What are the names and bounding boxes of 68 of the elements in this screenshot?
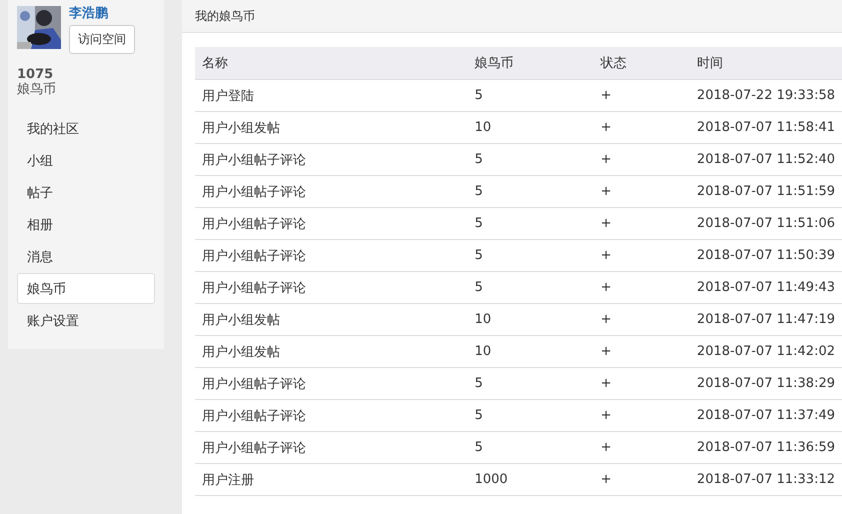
table-cell: 5 (468, 272, 594, 304)
table-cell: 用户小组帖子评论 (195, 272, 468, 304)
visit-space-button[interactable]: 访问空间 (69, 25, 135, 54)
table-cell: 用户小组发帖 (195, 336, 468, 368)
table-cell: + (594, 400, 690, 432)
table-cell: + (594, 464, 690, 496)
table-cell: 5 (468, 176, 594, 208)
table-cell: 用户小组发帖 (195, 112, 468, 144)
table-cell: 用户小组帖子评论 (195, 368, 468, 400)
table-cell: 5 (468, 400, 594, 432)
column-header: 时间 (690, 47, 842, 80)
coin-count: 1075 (17, 68, 54, 82)
table-cell: 5 (468, 368, 594, 400)
table-cell: + (594, 144, 690, 176)
coin-label: 娘鸟币 (17, 82, 57, 97)
table-cell: 1000 (468, 464, 594, 496)
table-cell: + (594, 112, 690, 144)
table-cell: 5 (468, 144, 594, 176)
table-cell: 10 (468, 304, 594, 336)
sidebar-item[interactable]: 娘鸟币 (17, 273, 155, 304)
sidebar-item[interactable]: 我的社区 (17, 113, 155, 144)
table-cell: 10 (468, 336, 594, 368)
table-cell: 用户小组帖子评论 (195, 208, 468, 240)
table-cell: + (594, 208, 690, 240)
table-cell: 2018-07-07 11:38:29 (690, 368, 842, 400)
table-cell: 2018-07-07 11:58:41 (690, 112, 842, 144)
table-cell: 5 (468, 432, 594, 464)
table-cell: + (594, 304, 690, 336)
sidebar-item[interactable]: 账户设置 (17, 305, 155, 336)
table-cell: 2018-07-07 11:33:12 (690, 464, 842, 496)
table-cell: 2018-07-07 11:49:43 (690, 272, 842, 304)
table-cell: 5 (468, 240, 594, 272)
table-cell: 10 (468, 112, 594, 144)
table-cell: 5 (468, 80, 594, 112)
table-cell: 用户小组帖子评论 (195, 432, 468, 464)
table-cell: 用户小组帖子评论 (195, 176, 468, 208)
table-cell: 2018-07-07 11:37:49 (690, 400, 842, 432)
column-header: 名称 (195, 47, 468, 80)
table-cell: + (594, 240, 690, 272)
table-cell: + (594, 336, 690, 368)
table-cell: 2018-07-22 19:33:58 (690, 80, 842, 112)
table-cell: 2018-07-07 11:51:06 (690, 208, 842, 240)
table-cell: 5 (468, 208, 594, 240)
table-cell: 2018-07-07 11:50:39 (690, 240, 842, 272)
table-cell: 2018-07-07 11:51:59 (690, 176, 842, 208)
table-cell: + (594, 368, 690, 400)
table-cell: + (594, 272, 690, 304)
table-cell: 2018-07-07 11:47:19 (690, 304, 842, 336)
table-cell: + (594, 80, 690, 112)
table-cell: + (594, 176, 690, 208)
table-cell: 用户小组帖子评论 (195, 144, 468, 176)
table-cell: 用户注册 (195, 464, 468, 496)
table-cell: 用户小组帖子评论 (195, 240, 468, 272)
table-cell: 2018-07-07 11:42:02 (690, 336, 842, 368)
sidebar-item[interactable]: 消息 (17, 241, 155, 272)
panel-title: 我的娘鸟币 (182, 0, 842, 33)
sidebar-item[interactable]: 帖子 (17, 177, 155, 208)
table-cell: 用户小组帖子评论 (195, 400, 468, 432)
table-cell: 2018-07-07 11:36:59 (690, 432, 842, 464)
sidebar-item[interactable]: 相册 (17, 209, 155, 240)
table-cell: 用户登陆 (195, 80, 468, 112)
table-cell: 用户小组发帖 (195, 304, 468, 336)
table-cell: + (594, 432, 690, 464)
column-header: 状态 (594, 47, 690, 80)
column-header: 娘鸟币 (468, 47, 594, 80)
table-cell: 2018-07-07 11:52:40 (690, 144, 842, 176)
sidebar-item[interactable]: 小组 (17, 145, 155, 176)
user-name[interactable]: 李浩鹏 (69, 6, 135, 22)
